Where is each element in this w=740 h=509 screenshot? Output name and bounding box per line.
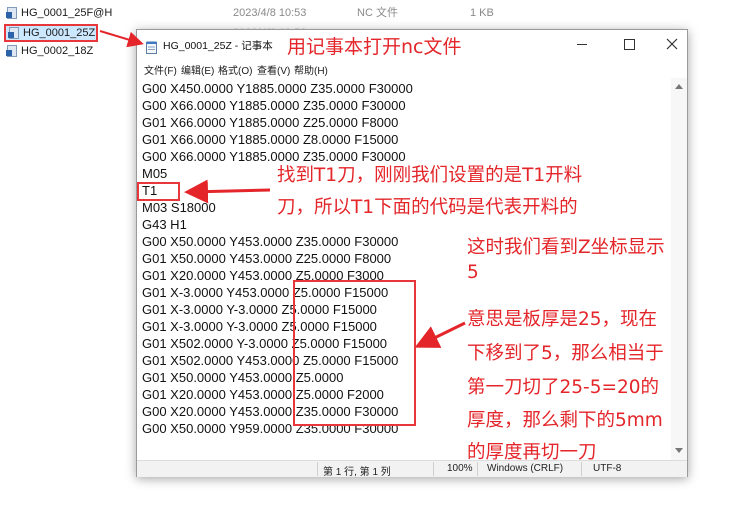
code-line: G00 X450.0000 Y1885.0000 Z35.0000 F30000 bbox=[142, 81, 413, 96]
menu-bar: 文件(F) 编辑(E) 格式(O) 查看(V) 帮助(H) bbox=[137, 60, 687, 78]
file-size: 1 KB bbox=[470, 7, 494, 19]
code-line: G01 X50.0000 Y453.0000 Z25.0000 F8000 bbox=[142, 251, 392, 266]
minimize-button[interactable] bbox=[577, 44, 587, 45]
z-annotation-line: 5 bbox=[467, 262, 479, 283]
code-line: G01 X66.0000 Y1885.0000 Z8.0000 F15000 bbox=[142, 132, 399, 147]
status-encoding: UTF-8 bbox=[593, 463, 622, 474]
code-line: G01 X66.0000 Y1885.0000 Z25.0000 F8000 bbox=[142, 115, 399, 130]
close-button[interactable] bbox=[663, 34, 681, 54]
notepad-app-icon bbox=[146, 39, 158, 54]
status-eol: Windows (CRLF) bbox=[487, 463, 564, 474]
nc-file-icon bbox=[6, 7, 18, 19]
code-line: M03 S18000 bbox=[142, 200, 216, 215]
code-line: G00 X50.0000 Y453.0000 Z35.0000 F30000 bbox=[142, 234, 399, 249]
nc-file-icon bbox=[6, 45, 18, 57]
file-name: HG_0001_25Z bbox=[23, 27, 96, 39]
menu-view[interactable]: 查看(V) bbox=[257, 62, 290, 77]
status-position: 第 1 行, 第 1 列 bbox=[323, 467, 391, 478]
z-annotation-line: 这时我们看到Z坐标显示 bbox=[467, 237, 665, 258]
file-type: NC 文件 bbox=[357, 7, 398, 19]
file-date: 2023/4/8 10:53 bbox=[233, 7, 307, 19]
file-row-3[interactable]: HG_0002_18Z bbox=[6, 43, 93, 59]
menu-format[interactable]: 格式(O) bbox=[218, 62, 252, 77]
z-values-highlight-box bbox=[293, 280, 416, 426]
arrow-to-title bbox=[99, 30, 144, 48]
menu-file[interactable]: 文件(F) bbox=[144, 62, 177, 77]
close-icon bbox=[666, 38, 678, 50]
z-annotation-line: 的厚度再切一刀 bbox=[467, 442, 597, 463]
scroll-up-icon[interactable] bbox=[675, 84, 683, 89]
t1-highlight-box bbox=[137, 182, 180, 201]
t1-annotation-line1: 找到T1刀，刚刚我们设置的是T1开料 bbox=[277, 165, 583, 186]
code-line: M05 bbox=[142, 166, 168, 181]
nc-file-icon bbox=[8, 27, 20, 39]
vertical-scrollbar[interactable] bbox=[671, 78, 687, 460]
file-row-1[interactable]: HG_0001_25F@H bbox=[6, 5, 112, 21]
z-annotation-line: 厚度，那么剩下的5mm bbox=[467, 410, 663, 431]
z-annotation-line: 下移到了5，那么相当于 bbox=[467, 343, 664, 364]
maximize-button[interactable] bbox=[624, 39, 635, 50]
menu-edit[interactable]: 编辑(E) bbox=[181, 62, 214, 77]
open-hint-annotation: 用记事本打开nc文件 bbox=[287, 36, 462, 58]
z-annotation-line: 意思是板厚是25，现在 bbox=[467, 309, 658, 330]
file-name: HG_0002_18Z bbox=[21, 45, 94, 57]
file-row-2-selected[interactable]: HG_0001_25Z bbox=[4, 24, 98, 42]
code-line: G43 H1 bbox=[142, 217, 187, 232]
t1-annotation-line2: 刀，所以T1下面的代码是代表开料的 bbox=[277, 197, 578, 218]
z-annotation-line: 第一刀切了25-5=20的 bbox=[467, 377, 660, 398]
window-title: HG_0001_25Z - 记事本 bbox=[163, 40, 273, 52]
scroll-down-icon[interactable] bbox=[675, 448, 683, 453]
status-zoom: 100% bbox=[447, 463, 473, 474]
status-bar: 第 1 行, 第 1 列 100% Windows (CRLF) UTF-8 bbox=[137, 460, 687, 478]
file-name: HG_0001_25F@H bbox=[21, 7, 113, 19]
code-line: G00 X66.0000 Y1885.0000 Z35.0000 F30000 bbox=[142, 98, 406, 113]
menu-help[interactable]: 帮助(H) bbox=[294, 62, 328, 77]
